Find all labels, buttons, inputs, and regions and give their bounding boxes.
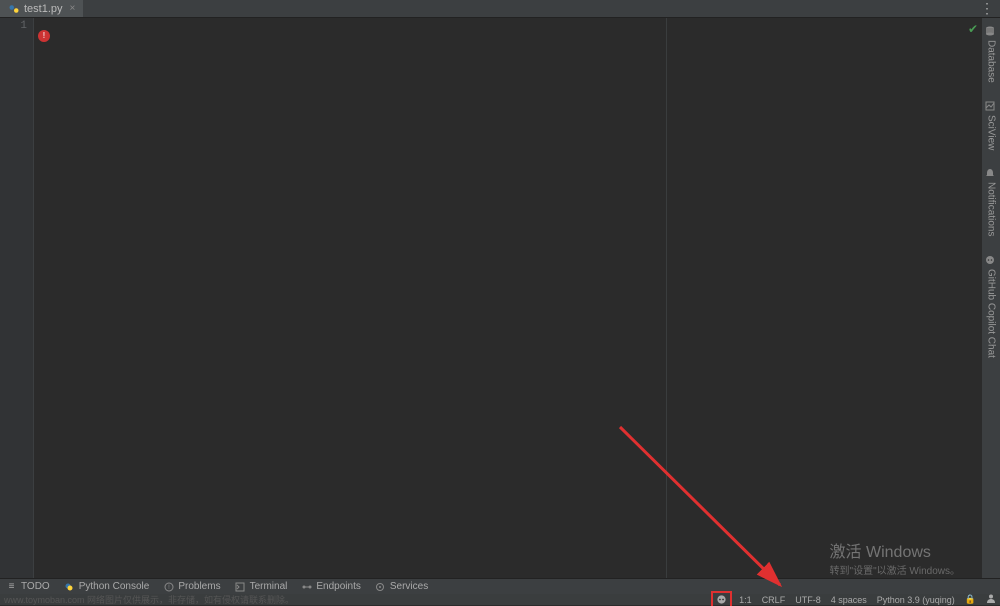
tool-endpoints[interactable]: Endpoints xyxy=(301,581,360,592)
copilot-icon xyxy=(986,255,996,265)
tool-services[interactable]: Services xyxy=(375,581,428,592)
problems-icon: ! xyxy=(163,581,174,592)
account-icon[interactable] xyxy=(986,593,996,606)
bottom-toolbar: ≡ TODO Python Console ! Problems Termina… xyxy=(0,578,1000,594)
svg-text:!: ! xyxy=(168,585,170,591)
endpoints-icon xyxy=(301,581,312,592)
copilot-status-icon xyxy=(716,594,727,605)
rail-copilot-chat[interactable]: GitHub Copilot Chat xyxy=(986,255,997,358)
services-icon xyxy=(375,581,386,592)
status-line-separator[interactable]: CRLF xyxy=(762,595,786,605)
rail-database[interactable]: Database xyxy=(986,26,997,83)
code-area[interactable]: ! xyxy=(34,18,1000,578)
terminal-icon xyxy=(235,581,246,592)
error-bulb-icon[interactable]: ! xyxy=(38,30,50,42)
file-tab[interactable]: test1.py × xyxy=(0,0,83,17)
editor-split-line xyxy=(666,18,667,578)
tab-overflow-icon[interactable]: ⋮ xyxy=(980,0,994,17)
watermark-text: www.toymoban.com 网络图片仅供展示，非存储，如有侵权请联系删除。 xyxy=(4,593,294,606)
line-number: 1 xyxy=(0,20,27,32)
python-icon xyxy=(64,581,75,592)
python-file-icon xyxy=(8,3,20,15)
status-cursor-position[interactable]: 1:1 xyxy=(739,595,752,605)
rail-notifications[interactable]: Notifications xyxy=(986,168,997,236)
tool-problems[interactable]: ! Problems xyxy=(163,581,220,592)
tab-bar: test1.py × ⋮ xyxy=(0,0,1000,18)
lock-icon[interactable]: 🔒 xyxy=(965,594,976,605)
status-bar: www.toymoban.com 网络图片仅供展示，非存储，如有侵权请联系删除。… xyxy=(0,594,1000,605)
database-icon xyxy=(986,26,996,36)
status-copilot[interactable] xyxy=(714,594,729,605)
bell-icon xyxy=(986,168,996,178)
status-encoding[interactable]: UTF-8 xyxy=(795,595,821,605)
sciview-icon xyxy=(986,101,996,111)
status-indent[interactable]: 4 spaces xyxy=(831,595,867,605)
right-rail: Database SciView Notifications GitHub Co… xyxy=(982,18,1000,578)
tool-terminal[interactable]: Terminal xyxy=(235,581,288,592)
status-interpreter[interactable]: Python 3.9 (yuqing) xyxy=(877,595,955,605)
tab-filename: test1.py xyxy=(24,3,63,15)
rail-sciview[interactable]: SciView xyxy=(986,101,997,150)
close-tab-icon[interactable]: × xyxy=(70,3,76,14)
todo-icon: ≡ xyxy=(6,581,17,592)
gutter: 1 xyxy=(0,18,34,578)
tool-python-console[interactable]: Python Console xyxy=(64,581,150,592)
editor: 1 ! xyxy=(0,18,1000,578)
inspection-ok-icon[interactable]: ✔ xyxy=(968,22,978,36)
tool-todo[interactable]: ≡ TODO xyxy=(6,581,50,592)
